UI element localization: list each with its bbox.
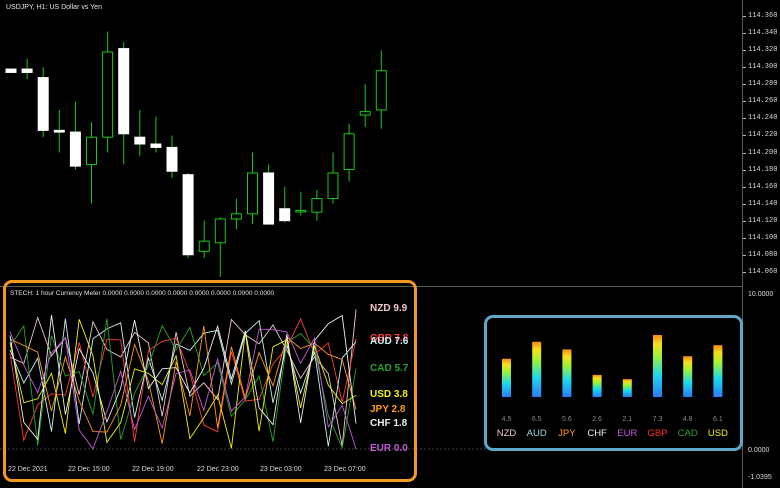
candle — [359, 84, 371, 127]
price-label: 114.160 — [748, 182, 778, 191]
candlestick-chart[interactable] — [0, 0, 742, 286]
chart-title: USDJPY, H1: US Dollar vs Yen — [6, 4, 102, 11]
price-label: 114.200 — [748, 148, 778, 157]
candle — [37, 67, 49, 138]
price-label: 114.080 — [748, 250, 778, 259]
price-tick — [743, 169, 746, 171]
bar-name: AUD — [526, 428, 547, 439]
price-axis[interactable]: 114.360 114.340 114.320 114.300 114.280 114.2… — [742, 0, 780, 488]
candle — [69, 101, 81, 170]
price-label: 114.220 — [748, 131, 778, 140]
bar-value: 4.5 — [501, 416, 512, 423]
candle — [247, 152, 258, 225]
price-label: 114.240 — [748, 114, 778, 123]
candle — [182, 172, 194, 259]
price-label: 114.340 — [748, 29, 778, 38]
indicator-axis-label: -1.0395 — [748, 474, 772, 481]
candle — [327, 152, 339, 204]
bar-name: GBP — [647, 428, 668, 439]
price-label: 114.280 — [748, 80, 778, 89]
candle — [166, 135, 178, 179]
bar-value: 7.3 — [652, 416, 663, 423]
bar-value: 5.6 — [562, 416, 572, 423]
bar-name: CHF — [587, 428, 607, 439]
price-tick — [743, 101, 746, 103]
price-label: 114.360 — [748, 12, 778, 21]
candle — [5, 68, 17, 73]
price-tick — [743, 118, 746, 120]
price-tick — [743, 33, 746, 35]
price-label: 114.300 — [748, 63, 778, 72]
price-tick — [743, 220, 746, 222]
indicator-axis-label: 10.0000 — [748, 291, 774, 298]
candle — [102, 31, 114, 153]
bar-name: EUR — [617, 428, 638, 439]
candle — [53, 109, 65, 153]
candle — [198, 220, 210, 259]
candle — [134, 109, 146, 156]
price-tick — [743, 67, 746, 69]
bar-value: 6.1 — [713, 416, 723, 423]
price-tick — [743, 84, 746, 86]
price-label: 114.180 — [748, 165, 778, 174]
candle — [263, 164, 275, 225]
currency-meter-highlight — [3, 280, 417, 482]
price-tick — [743, 135, 746, 137]
price-tick — [743, 271, 746, 273]
price-label: 114.120 — [748, 216, 778, 225]
price-label: 114.320 — [748, 46, 778, 55]
candle — [343, 123, 355, 182]
price-tick — [743, 203, 746, 205]
mt-chart-window[interactable]: USDJPY, H1: US Dollar vs Yen STECH: 1 ho… — [0, 0, 780, 488]
candle — [150, 116, 162, 153]
candle — [118, 41, 130, 165]
candle — [295, 191, 307, 216]
candle — [214, 217, 226, 277]
candle — [86, 121, 97, 204]
candle — [21, 58, 33, 80]
price-tick — [743, 152, 746, 154]
candle — [375, 50, 387, 129]
bar-name: JPY — [558, 428, 576, 439]
candle — [311, 190, 323, 221]
price-label: 114.260 — [748, 97, 778, 106]
price-tick — [743, 254, 746, 256]
bar-name: NZD — [496, 428, 517, 439]
bar-value: 6.5 — [531, 416, 542, 423]
price-tick — [743, 50, 746, 52]
price-label: 114.140 — [748, 199, 778, 208]
candle — [230, 198, 242, 230]
bar-value: 2.1 — [622, 416, 633, 423]
price-tick — [743, 237, 746, 239]
indicator-axis-label: 0.0000 — [748, 447, 770, 454]
bar-name: CAD — [677, 428, 698, 439]
price-tick — [743, 186, 746, 188]
price-tick — [743, 16, 746, 18]
bar-value: 4.8 — [682, 416, 693, 423]
bar-value: 2.6 — [592, 416, 602, 423]
price-label: 114.100 — [748, 233, 778, 242]
price-label: 114.060 — [748, 267, 778, 276]
bar-name: USD — [707, 428, 728, 439]
candle — [279, 186, 291, 223]
